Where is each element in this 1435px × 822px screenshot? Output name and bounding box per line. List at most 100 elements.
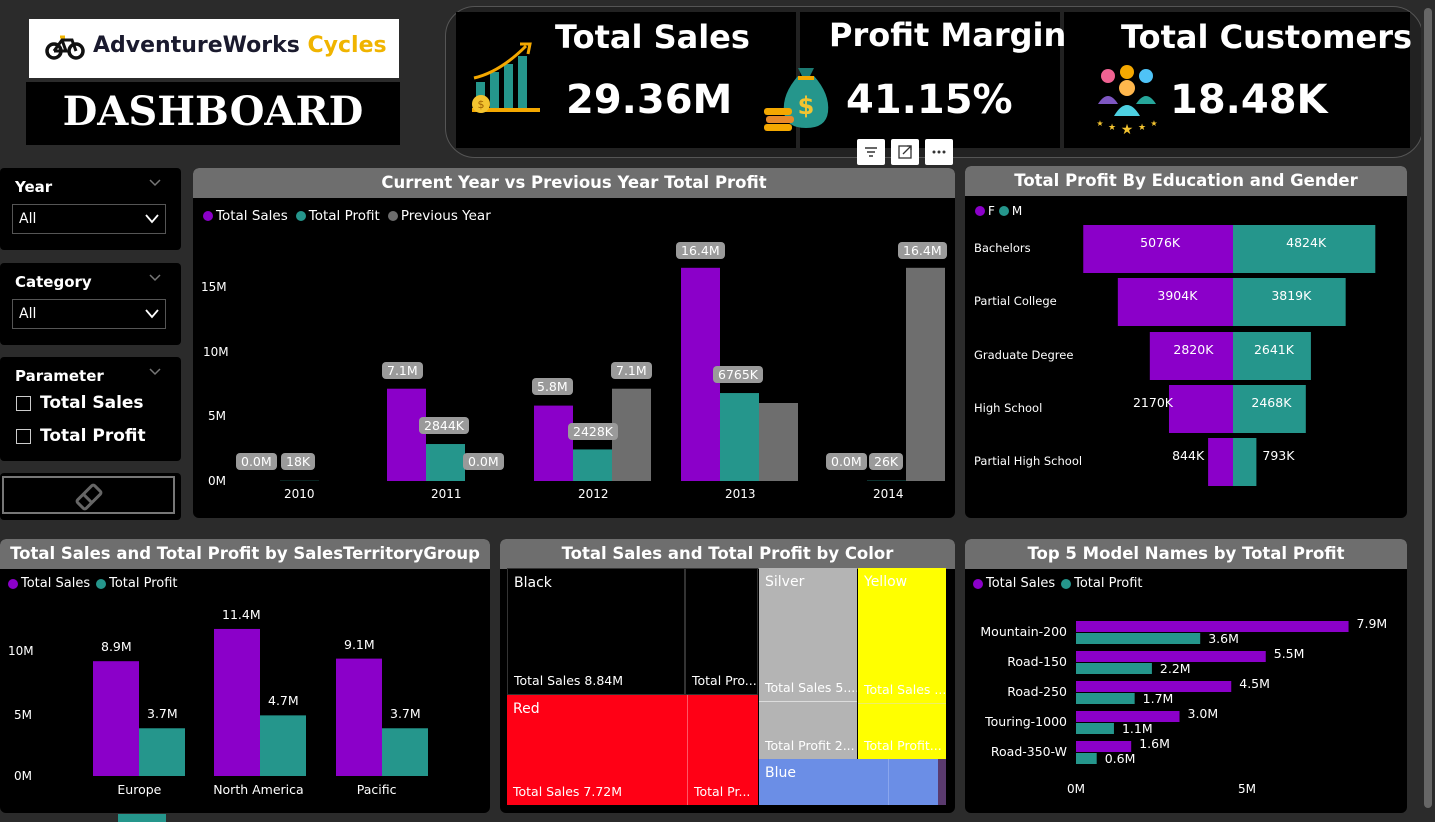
more-options-button[interactable] <box>925 139 953 165</box>
data-label: 5076K <box>1140 235 1181 250</box>
treemap-cell-yellow-sales[interactable]: Yellow Total Sales ... <box>858 568 946 704</box>
x-axis-tick: 2013 <box>725 487 756 501</box>
treemap-cell-silver-profit[interactable]: Total Profit 2... <box>759 702 857 759</box>
data-label: 0.0M <box>236 453 277 470</box>
data-label: 2468K <box>1251 395 1292 410</box>
kpi-sales-value: 29.36M <box>566 77 733 123</box>
bar-total-profit[interactable] <box>426 444 465 481</box>
customers-icon: ★ ★ ★ ★ ★ <box>1096 65 1158 138</box>
bar-previous-year[interactable] <box>759 403 798 481</box>
treemap-value: Total Pr... <box>694 784 751 799</box>
treemap-value: Total Sales 8.84M <box>514 673 624 688</box>
x-axis-tick: Europe <box>117 782 162 797</box>
bar-total-profit[interactable] <box>1076 663 1152 674</box>
treemap-cell-silver-sales[interactable]: Silver Total Sales 5.... <box>759 568 857 702</box>
x-axis-tick: 0M <box>1067 782 1085 796</box>
data-label: 2170K <box>1132 395 1173 410</box>
bar-total-sales[interactable] <box>534 405 573 481</box>
bar-total-profit[interactable] <box>1076 753 1097 764</box>
data-label: 2820K <box>1173 342 1214 357</box>
treemap-cell-blue-2[interactable] <box>888 759 938 805</box>
bar-total-sales[interactable] <box>336 658 382 776</box>
data-label: 1.7M <box>1142 691 1174 706</box>
parameter-option-profit[interactable]: Total Profit <box>16 426 146 446</box>
treemap-value: Total Pro... <box>692 673 757 688</box>
x-axis-tick: 5M <box>1238 782 1256 796</box>
treemap-cell-other[interactable] <box>938 759 946 805</box>
svg-text:★: ★ <box>1150 119 1157 128</box>
dashboard-title: DASHBOARD <box>62 88 364 135</box>
money-bag-icon: $ <box>764 68 829 131</box>
treemap-cell-blue[interactable]: Blue <box>759 759 888 805</box>
data-label: 5.5M <box>1273 646 1305 661</box>
treemap-value: Total Sales ... <box>864 682 946 697</box>
treemap-cell-black-sales[interactable]: Black Total Sales 8.84M <box>507 568 685 695</box>
year-slicer: Year All <box>0 168 181 250</box>
parameter-slicer: Parameter Total Sales Total Profit <box>0 357 181 461</box>
bar-total-profit[interactable] <box>573 449 612 481</box>
data-label: 2428K <box>568 423 619 440</box>
model-category-label: Mountain-200 <box>980 624 1067 639</box>
year-dropdown-value: All <box>19 211 37 227</box>
bar-total-sales[interactable] <box>387 388 426 481</box>
x-axis-tick: 2012 <box>578 487 609 501</box>
clear-filters-button[interactable] <box>0 473 181 520</box>
checkbox[interactable] <box>16 428 31 444</box>
education-category-label: Partial High School <box>974 454 1083 468</box>
color-treemap: Total Sales and Total Profit by Color Bl… <box>500 539 955 813</box>
treemap-label: Yellow <box>864 574 908 590</box>
checkbox[interactable] <box>16 395 31 411</box>
year-dropdown[interactable]: All <box>12 204 166 234</box>
data-label: 2641K <box>1253 342 1294 357</box>
treemap-value: Total Profit 2... <box>765 738 855 753</box>
svg-text:★: ★ <box>1108 123 1116 133</box>
page-scrollbar[interactable] <box>1421 0 1435 822</box>
data-label: 8.9M <box>101 639 132 655</box>
bar-total-profit[interactable] <box>1076 633 1201 644</box>
x-axis-tick: North America <box>213 782 304 797</box>
treemap-cell-red-profit[interactable]: Total Pr... <box>688 695 758 805</box>
data-label: 6765K <box>713 366 764 383</box>
filter-button[interactable] <box>857 139 885 165</box>
chevron-down-icon[interactable] <box>148 273 162 283</box>
bar-total-profit[interactable] <box>139 728 185 776</box>
scrollbar-thumb[interactable] <box>1424 8 1432 808</box>
bar-female[interactable] <box>1168 385 1233 433</box>
category-slicer-title: Category <box>15 273 92 291</box>
bar-total-profit[interactable] <box>720 393 759 481</box>
data-label: 2.2M <box>1159 661 1191 676</box>
x-axis-tick: 2011 <box>431 487 462 501</box>
bar-female[interactable] <box>1208 438 1233 486</box>
data-label: 3.7M <box>147 706 178 722</box>
color-chart-title: Total Sales and Total Profit by Color <box>500 539 955 569</box>
brand-name: AdventureWorks <box>93 33 300 58</box>
data-label: 793K <box>1262 448 1295 463</box>
category-dropdown[interactable]: All <box>12 299 166 329</box>
model-category-label: Touring-1000 <box>985 714 1067 729</box>
focus-mode-button[interactable] <box>891 139 919 165</box>
data-label: 3.0M <box>1187 706 1219 721</box>
bar-total-sales[interactable] <box>214 628 260 776</box>
bar-total-profit[interactable] <box>382 728 428 776</box>
chevron-down-icon[interactable] <box>148 178 162 188</box>
logo-box: AdventureWorks Cycles <box>29 19 399 78</box>
bar-male[interactable] <box>1233 438 1257 486</box>
category-dropdown-value: All <box>19 306 37 322</box>
data-label: 5.8M <box>532 378 573 395</box>
bar-total-sales[interactable] <box>93 661 139 776</box>
bar-total-profit[interactable] <box>1076 723 1114 734</box>
bar-total-profit[interactable] <box>260 715 306 776</box>
data-label: 0.0M <box>463 453 504 470</box>
kpi-sales-title: Total Sales <box>555 18 750 56</box>
parameter-option-sales[interactable]: Total Sales <box>16 393 144 413</box>
bar-previous-year[interactable] <box>906 267 945 481</box>
treemap-cell-red-sales[interactable]: Red Total Sales 7.72M <box>507 695 688 805</box>
treemap-cell-black-profit[interactable]: Total Pro... <box>685 568 758 695</box>
data-label: 3.6M <box>1208 631 1239 646</box>
svg-text:★: ★ <box>1121 122 1134 138</box>
data-label: 4.7M <box>268 693 299 709</box>
parameter-option-label: Total Sales <box>40 393 144 413</box>
treemap-cell-yellow-profit[interactable]: Total Profit... <box>858 704 946 759</box>
bar-total-profit[interactable] <box>1076 693 1135 704</box>
chevron-down-icon[interactable] <box>148 367 162 377</box>
